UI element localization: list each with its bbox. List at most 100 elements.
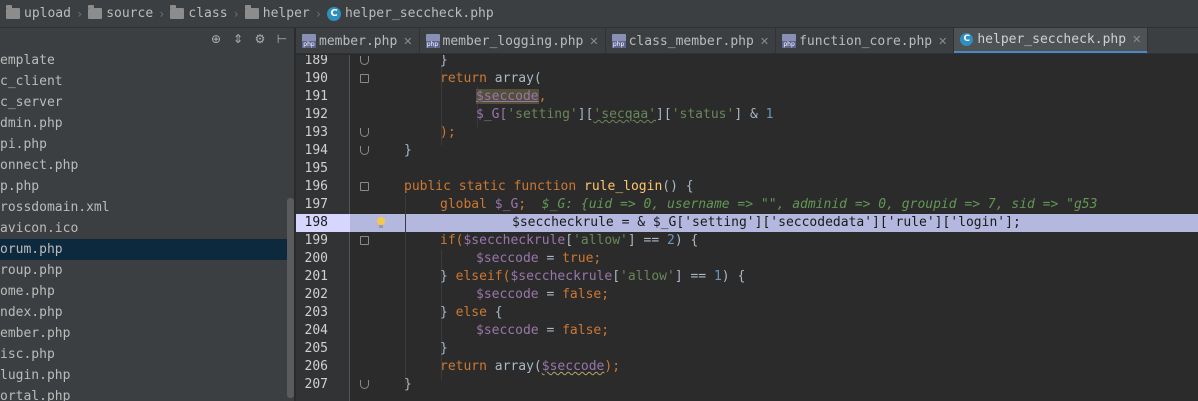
file-item[interactable]: avicon.ico [0,218,287,239]
class-icon: C [960,33,974,46]
file-item[interactable]: ortal.php [0,386,287,401]
file-item[interactable]: ndex.php [0,302,287,323]
line-number: 191 [304,89,328,104]
code-line: public static function rule_login() { [404,179,694,194]
target-icon[interactable]: ⊕ [209,32,223,46]
code-line: if($seccheckrule['allow'] == 2) { [440,233,699,248]
file-item[interactable]: rossdomain.xml [0,197,287,218]
pin-icon[interactable]: ⊢ [275,32,289,46]
sidebar-toolbar: ⊕ ⇕ ⚙ ⊢ [0,28,294,50]
lightbulb-icon[interactable] [376,217,386,229]
code-line: } [404,377,412,392]
line-number: 189 [304,55,328,68]
tab-class-member[interactable]: class_member.php✕ [606,28,777,53]
class-icon: C [326,6,341,21]
line-number: 192 [304,107,328,122]
breadcrumb-item-upload[interactable]: upload [6,5,71,21]
chevron-right-icon: › [158,6,166,21]
code-line: } [440,55,448,68]
php-file-icon [425,34,440,48]
file-item[interactable]: c_client [0,71,287,92]
tab-function-core[interactable]: function_core.php✕ [776,28,955,53]
file-item[interactable]: c_server [0,92,287,113]
file-item[interactable]: onnect.php [0,155,287,176]
line-number: 201 [304,269,328,284]
line-number: 199 [304,233,328,248]
code-line: global $_G; $_G: {uid => 0, username => … [440,197,1098,212]
code-line: return array($seccode); [440,359,621,374]
file-item-selected[interactable]: orum.php [0,239,287,260]
fold-marker-icon[interactable] [360,128,369,137]
line-number: 195 [304,161,328,176]
folder-icon [6,5,20,19]
file-item[interactable]: ember.php [0,323,287,344]
close-icon[interactable]: ✕ [938,35,947,48]
php-file-icon [611,34,626,48]
fold-marker-icon[interactable] [360,236,369,245]
file-item[interactable]: lugin.php [0,365,287,386]
close-icon[interactable]: ✕ [589,35,598,48]
line-number: 206 [304,359,328,374]
code-line: } else { [440,305,503,320]
line-number: 203 [304,305,328,320]
gear-icon[interactable]: ⚙ [253,32,267,46]
breadcrumb: upload › source › class › helper › Chelp… [0,0,1198,28]
line-number: 202 [304,287,328,302]
code-line: $_G['setting']['secqaa']['status'] & 1 [476,107,774,122]
folder-icon [170,5,185,19]
breadcrumb-item-class[interactable]: class [170,5,228,21]
editor-tabs: member.php✕ member_logging.php✕ class_me… [296,28,1198,54]
sidebar-scrollbar[interactable] [287,198,294,398]
project-sidebar: ⊕ ⇕ ⚙ ⊢ emplate c_client c_server dmin.p… [0,28,295,401]
line-number: 200 [304,251,328,266]
tab-member[interactable]: member.php✕ [296,28,420,53]
fold-marker-icon[interactable] [360,74,369,83]
line-number: 198 [304,215,328,230]
code-editor[interactable]: 189 190 191 192 193 194 195 196 197 198 … [296,55,1198,401]
file-item[interactable]: ome.php [0,281,287,302]
breadcrumb-item-helper[interactable]: helper [244,5,310,21]
code-line: $seccode = true; [476,251,602,266]
line-number: 205 [304,341,328,356]
line-number: 204 [304,323,328,338]
file-list: emplate c_client c_server dmin.php pi.ph… [0,50,287,401]
code-line: $seccode = false; [476,323,610,338]
php-file-icon [302,34,316,48]
breadcrumb-item-source[interactable]: source [88,5,153,21]
file-item[interactable]: roup.php [0,260,287,281]
code-line: $seccode, [476,89,547,104]
fold-marker-icon[interactable] [360,56,369,65]
close-icon[interactable]: ✕ [760,35,769,48]
folder-icon [88,5,103,19]
chevron-right-icon: › [75,6,84,21]
fold-marker-icon[interactable] [360,182,369,191]
line-number: 190 [304,71,328,86]
file-item[interactable]: pi.php [0,134,287,155]
line-number: 193 [304,125,328,140]
fold-marker-icon[interactable] [360,146,369,155]
tab-member-logging[interactable]: member_logging.php✕ [420,28,606,53]
line-number: 196 [304,179,328,194]
chevron-right-icon: › [314,6,322,21]
fold-marker-icon[interactable] [360,380,369,389]
line-number: 197 [304,197,328,212]
code-line: return array( [440,71,542,86]
file-item[interactable]: emplate [0,50,287,71]
code-line-current: $seccheckrule = & $_G['setting']['seccod… [512,215,1021,230]
chevron-right-icon: › [232,6,240,21]
file-item[interactable]: p.php [0,176,287,197]
code-line: ); [440,125,456,140]
indent-guide [405,195,406,385]
code-line: } [440,341,448,356]
file-item[interactable]: dmin.php [0,113,287,134]
php-file-icon [782,34,797,48]
close-icon[interactable]: ✕ [403,35,412,48]
line-number: 207 [304,377,328,392]
close-icon[interactable]: ✕ [1132,33,1141,46]
folder-icon [244,5,259,19]
file-item[interactable]: isc.php [0,344,287,365]
code-line: } elseif($seccheckrule['allow'] == 1) { [440,269,746,284]
tab-helper-seccheck[interactable]: Chelper_seccheck.php ✕ [954,28,1149,53]
breadcrumb-item-file[interactable]: Chelper_seccheck.php [326,6,494,21]
collapse-icon[interactable]: ⇕ [231,32,245,46]
